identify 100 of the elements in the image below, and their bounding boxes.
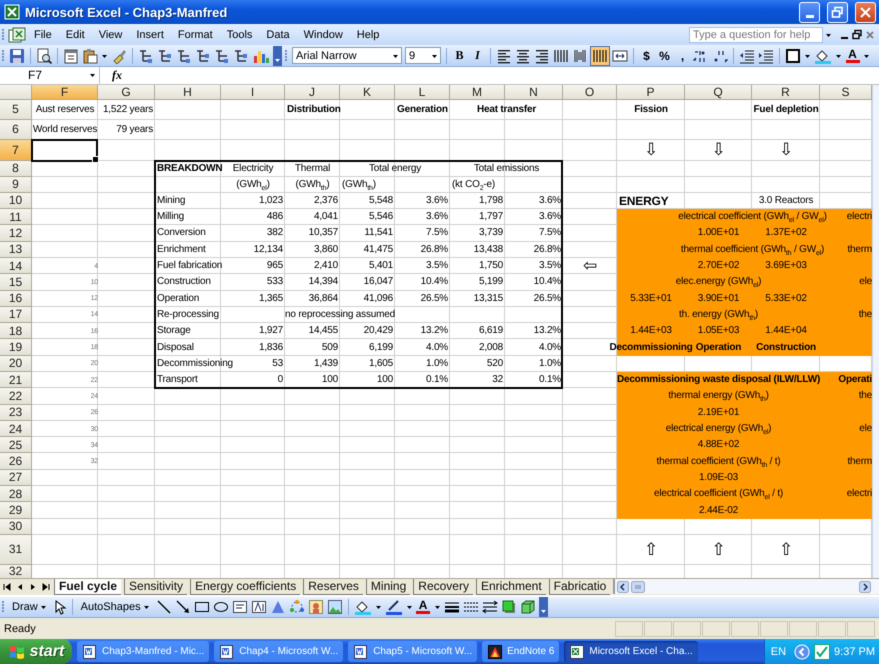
text-box-icon[interactable] [232,598,248,615]
draw-menu-button[interactable]: Draw [9,598,50,616]
menu-item[interactable]: View [92,26,128,43]
name-box[interactable]: F7 [0,66,100,84]
row-header[interactable]: 14 [0,258,32,274]
sheet-tab[interactable]: Energy coefficients [190,578,300,595]
column-header[interactable]: Q [685,84,752,100]
column-header[interactable]: K [340,84,395,100]
column-header[interactable]: P [617,84,685,100]
close-button[interactable] [855,2,876,23]
sheet-tab[interactable]: Mining [366,578,410,595]
autoshapes-menu-button[interactable]: AutoShapes [78,598,153,616]
restore-button[interactable] [827,2,848,23]
outline-icon[interactable] [195,48,211,64]
grip-icon[interactable] [2,598,6,615]
row-header[interactable]: 8 [0,160,32,177]
comma-style-button[interactable]: , [675,46,690,65]
row-header[interactable]: 21 [0,372,32,388]
row-header[interactable]: 7 [0,140,32,161]
row-header[interactable]: 12 [0,225,32,242]
row-header[interactable]: 11 [0,209,32,226]
expand-tray-icon[interactable] [794,644,810,660]
font-color-button[interactable]: A [416,599,431,614]
grip-icon[interactable] [285,48,289,64]
cube-icon[interactable] [520,598,536,615]
fill-color-icon[interactable] [354,598,372,615]
row-header[interactable]: 29 [0,502,32,519]
sheet-tab[interactable]: Fuel cycle [54,578,122,595]
row-header[interactable]: 18 [0,323,32,340]
row-header[interactable]: 19 [0,339,32,356]
align-center-icon[interactable] [515,48,531,64]
scroll-left-icon[interactable] [617,580,630,593]
taskbar-button[interactable]: Microsoft Excel - Cha... [564,641,698,662]
merge-cells-icon[interactable] [612,48,628,64]
column-header[interactable]: F [32,84,98,100]
row-header[interactable]: 17 [0,306,32,324]
italic-button[interactable]: I [470,46,485,65]
outline-icon[interactable] [138,48,154,64]
fill-color-icon[interactable] [814,48,832,64]
row-header[interactable]: 24 [0,420,32,438]
grip-icon[interactable] [2,26,6,43]
menu-item[interactable]: Tools [220,26,258,43]
minimize-button[interactable] [799,2,820,23]
line-color-icon[interactable] [384,598,403,615]
wordart-icon[interactable] [250,598,267,615]
font-size-field[interactable]: 9 [405,47,441,64]
row-header[interactable]: 15 [0,274,32,290]
restore-icon[interactable] [852,28,863,41]
row-header[interactable]: 30 [0,518,32,535]
menu-item[interactable]: File [28,26,58,43]
font-color-button[interactable]: A [845,48,860,64]
start-button[interactable]: start [0,639,72,664]
close-icon[interactable] [865,28,875,41]
row-header[interactable]: 5 [0,100,32,120]
column-header[interactable]: G [98,84,155,100]
paste-icon[interactable] [82,48,98,64]
sheet-tab[interactable]: Recovery [413,578,473,595]
image-icon[interactable] [326,598,343,615]
row-header[interactable]: 23 [0,404,32,421]
row-header[interactable]: 25 [0,437,32,454]
column-header[interactable]: M [450,84,505,100]
align-left-icon[interactable] [496,48,512,64]
line-icon[interactable] [156,598,172,615]
row-header[interactable]: 32 [0,564,32,578]
outline-icon[interactable] [233,48,249,64]
bold-button[interactable]: B [452,46,467,65]
sheet-tab[interactable]: Enrichment [476,578,546,595]
print-preview-icon[interactable] [36,48,52,64]
arrow-style-icon[interactable] [482,598,498,615]
menu-item[interactable]: Data [260,26,296,43]
column-header[interactable]: H [155,84,221,100]
row-header[interactable]: 28 [0,486,32,502]
vertical-lines-icon[interactable] [553,48,569,64]
increase-indent-icon[interactable] [758,48,774,64]
align-right-icon[interactable] [534,48,550,64]
vertical-lines-icon[interactable] [572,48,588,64]
menu-item[interactable]: Edit [60,26,91,43]
outline-icon[interactable] [214,48,230,64]
column-header[interactable]: J [285,84,340,100]
column-header[interactable]: O [563,84,617,100]
grip-icon[interactable] [2,48,6,64]
column-header[interactable]: I [221,84,285,100]
last-sheet-icon[interactable] [41,580,51,593]
column-header[interactable]: L [395,84,450,100]
borders-icon[interactable] [785,48,801,64]
horizontal-scrollbar[interactable] [613,579,879,594]
menu-item[interactable]: Insert [130,26,170,43]
row-header[interactable]: 16 [0,290,32,307]
save-icon[interactable] [9,48,25,64]
menu-item[interactable]: Window [298,26,349,43]
sheet-tab[interactable]: Reserves [303,578,363,595]
outline-icon[interactable] [157,48,173,64]
font-field[interactable]: Arial Narrow [292,47,402,64]
row-header[interactable]: 10 [0,192,32,210]
first-sheet-icon[interactable] [2,580,12,593]
clip-art-icon[interactable] [308,598,324,615]
checkmark-tray-icon[interactable] [814,644,830,660]
diagram-icon[interactable] [288,598,305,615]
row-header[interactable]: 22 [0,388,32,405]
scroll-right-icon[interactable] [859,580,871,593]
